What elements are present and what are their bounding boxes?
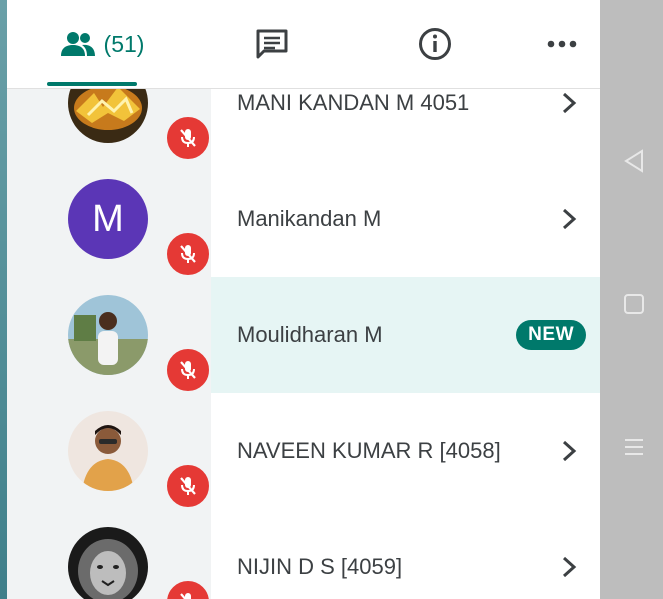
new-badge: NEW [516,320,586,350]
mic-off-icon [180,361,196,379]
android-navigation-bar [600,0,663,599]
more-icon [547,40,577,48]
chevron-right-icon [562,556,577,578]
participant-info: NAVEEN KUMAR R [4058] [211,393,600,509]
mic-muted-indicator [164,230,212,278]
participant-row[interactable]: M Manikandan M [7,161,600,278]
participants-tab-bar: (51) [7,0,600,89]
chat-icon [256,29,288,59]
active-tab-indicator [47,82,137,86]
meeting-participants-panel: (51) MANI KANDAN M 4051 M Manikandan M M… [7,0,600,599]
back-triangle-icon[interactable] [622,148,646,174]
participant-row[interactable]: NIJIN D S [4059] [7,509,600,599]
mic-off-icon [180,477,196,495]
left-screen-edge [0,0,7,599]
participant-info: Moulidharan M NEW [211,277,600,393]
participant-row[interactable]: NAVEEN KUMAR R [4058] [7,393,600,510]
chevron-right-icon [562,92,577,114]
tab-chat[interactable] [222,0,322,88]
participant-avatar [68,411,148,491]
participant-name: NIJIN D S [4059] [237,554,403,579]
mic-off-icon [180,593,191,599]
participant-avatar: M [68,179,148,259]
participant-name: Moulidharan M [237,322,383,347]
participant-info: NIJIN D S [4059] [211,509,600,599]
participant-info: Manikandan M [211,161,600,277]
mic-muted-indicator [164,114,212,162]
mic-off-icon [180,129,196,147]
home-square-icon[interactable] [622,292,646,316]
participant-row[interactable]: Moulidharan M NEW [7,277,600,394]
people-icon [60,32,95,56]
chevron-right-icon [562,208,577,230]
participant-name: MANI KANDAN M 4051 [237,90,470,115]
participant-name: NAVEEN KUMAR R [4058] [237,438,501,463]
mic-muted-indicator [164,346,212,394]
participant-name: Manikandan M [237,206,382,231]
participant-avatar [68,527,148,599]
tab-people[interactable]: (51) [27,0,177,88]
mic-off-icon [180,245,196,263]
tab-more[interactable] [512,0,600,88]
chevron-right-icon [562,440,577,462]
participant-avatar [68,295,148,375]
mic-muted-indicator [164,578,212,599]
mic-muted-indicator [164,462,212,510]
menu-lines-icon[interactable] [622,436,646,458]
people-count: (51) [103,30,145,57]
tab-info[interactable] [385,0,485,88]
info-icon [419,28,451,60]
